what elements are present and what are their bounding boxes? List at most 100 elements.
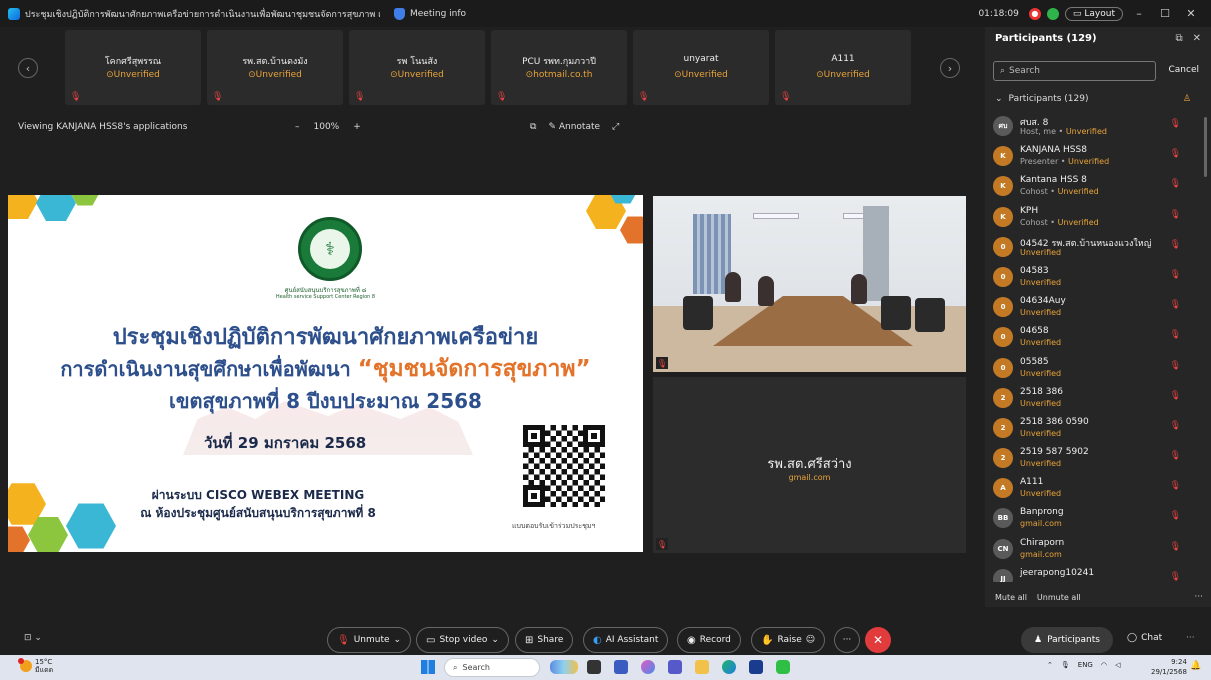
mic-muted-icon[interactable]: 🎙: [1170, 240, 1181, 250]
close-button[interactable]: ✕: [1181, 7, 1201, 20]
participant-row[interactable]: JJ jeerapong10241 🎙: [985, 565, 1211, 582]
strip-tile[interactable]: PCU รพท.กุมภวาปี ⊙hotmail.co.th 🎙: [491, 30, 627, 105]
participant-row[interactable]: 0 04658 Unverified 🎙: [985, 323, 1211, 353]
unmute-all-button[interactable]: Unmute all: [1037, 593, 1081, 602]
mic-tray-icon[interactable]: 🎙: [1061, 661, 1070, 669]
file-explorer-icon[interactable]: [695, 660, 709, 674]
mic-muted-icon[interactable]: 🎙: [1170, 421, 1181, 431]
strip-tile[interactable]: รพ โนนสัง ⊙Unverified 🎙: [349, 30, 485, 105]
mic-muted-icon[interactable]: 🎙: [1170, 330, 1181, 340]
mic-muted-icon[interactable]: 🎙: [1170, 451, 1181, 461]
participants-toggle-button[interactable]: ♟ Participants: [1021, 627, 1113, 653]
stop-video-button[interactable]: ▭ Stop video ⌄: [416, 627, 509, 653]
chat-button[interactable]: ◯ Chat: [1127, 633, 1162, 643]
line-icon[interactable]: [776, 660, 790, 674]
search-cancel-button[interactable]: Cancel: [1169, 65, 1200, 75]
reactions-icon[interactable]: ☺: [806, 635, 815, 645]
popout-icon[interactable]: ⧉: [530, 122, 536, 132]
qr-code-icon: [520, 422, 608, 510]
strip-tile[interactable]: โคกศรีสุพรรณ ⊙Unverified 🎙: [65, 30, 201, 105]
participant-row[interactable]: ศบ ศบส. 8 Host, me • Unverified 🎙: [985, 112, 1211, 142]
participant-row[interactable]: 0 04583 Unverified 🎙: [985, 263, 1211, 293]
edge-icon[interactable]: [722, 660, 736, 674]
unmute-button[interactable]: 🎙 Unmute ⌄: [327, 627, 412, 653]
wifi-icon[interactable]: ◠: [1101, 661, 1107, 669]
mic-muted-icon[interactable]: 🎙: [1170, 300, 1181, 310]
participant-group-header[interactable]: ⌄ Participants (129): [995, 94, 1088, 104]
record-button[interactable]: ◉ Record: [677, 627, 741, 653]
mic-muted-icon[interactable]: 🎙: [1170, 391, 1181, 401]
mic-muted-icon[interactable]: 🎙: [1170, 361, 1181, 371]
mic-muted-icon[interactable]: 🎙: [1170, 481, 1181, 491]
mic-muted-icon[interactable]: 🎙: [1170, 270, 1181, 280]
app-icon[interactable]: [614, 660, 628, 674]
participant-row[interactable]: 2 2519 587 5902 Unverified 🎙: [985, 444, 1211, 474]
notification-bell-icon[interactable]: 🔔: [1190, 661, 1201, 671]
webex-taskbar-icon[interactable]: [749, 660, 763, 674]
mic-muted-icon[interactable]: 🎙: [1170, 210, 1181, 220]
mute-all-button[interactable]: Mute all: [995, 593, 1027, 602]
layout-button[interactable]: ▭ Layout: [1064, 6, 1123, 21]
more-options-button[interactable]: ···: [834, 627, 860, 653]
video-tile-meeting-room[interactable]: 🎙: [653, 196, 966, 372]
captions-button[interactable]: ⊡ ⌄: [24, 633, 42, 643]
panel-scrollbar[interactable]: [1204, 117, 1207, 177]
maximize-button[interactable]: ☐: [1155, 7, 1175, 20]
weather-widget[interactable]: 15°C มีแดด: [18, 658, 53, 674]
strip-tile[interactable]: unyarat ⊙Unverified 🎙: [633, 30, 769, 105]
participant-row[interactable]: A A111 Unverified 🎙: [985, 474, 1211, 504]
language-indicator[interactable]: ENG: [1078, 661, 1093, 669]
participant-row[interactable]: K KPH Cohost • Unverified 🎙: [985, 203, 1211, 233]
chevron-up-icon[interactable]: ⌃: [1047, 661, 1053, 669]
chevron-down-icon[interactable]: ⌄: [491, 635, 499, 645]
copilot-icon[interactable]: [641, 660, 655, 674]
participant-row[interactable]: BB Banprong gmail.com 🎙: [985, 504, 1211, 534]
mic-muted-icon[interactable]: 🎙: [1170, 179, 1181, 189]
taskbar-search[interactable]: ⌕ Search: [444, 658, 540, 677]
widgets-icon[interactable]: [550, 660, 578, 674]
share-button[interactable]: ⊞ Share: [515, 627, 574, 653]
windows-taskbar: 15°C มีแดด ⌕ Search ⌃ 🎙 ENG ◠ ◁ 9:24 29/…: [0, 655, 1211, 680]
recording-indicator-icon[interactable]: ●: [1028, 7, 1041, 20]
panel-more-button[interactable]: ···: [1194, 592, 1203, 602]
participant-search[interactable]: ⌕ Search: [993, 61, 1156, 81]
participant-row[interactable]: 2 2518 386 Unverified 🎙: [985, 384, 1211, 414]
popout-panel-icon[interactable]: ⧉: [1175, 33, 1182, 44]
mic-muted-icon[interactable]: 🎙: [1170, 119, 1181, 129]
mic-muted-icon[interactable]: 🎙: [1170, 542, 1181, 552]
participant-row[interactable]: 2 2518 386 0590 Unverified 🎙: [985, 414, 1211, 444]
mic-muted-icon[interactable]: 🎙: [1170, 572, 1181, 582]
close-panel-icon[interactable]: ✕: [1193, 33, 1201, 44]
lobby-icon[interactable]: ♙: [1183, 94, 1191, 104]
mic-muted-icon[interactable]: 🎙: [1170, 149, 1181, 159]
chevron-down-icon[interactable]: ⌄: [394, 635, 402, 645]
volume-icon[interactable]: ◁: [1115, 661, 1120, 669]
strip-prev-button[interactable]: ‹: [18, 58, 38, 78]
meeting-info-button[interactable]: Meeting info: [394, 7, 466, 20]
more-apps-button[interactable]: ···: [1186, 633, 1195, 643]
participant-row[interactable]: CN Chiraporn gmail.com 🎙: [985, 535, 1211, 565]
participant-row[interactable]: 0 04634Auy Unverified 🎙: [985, 293, 1211, 323]
participant-row[interactable]: 0 04542 รพ.สต.บ้านหนองแวงใหญ่ Unverified 🎙: [985, 233, 1211, 263]
participant-row[interactable]: K Kantana HSS 8 Cohost • Unverified 🎙: [985, 172, 1211, 202]
strip-tile[interactable]: A111 ⊙Unverified 🎙: [775, 30, 911, 105]
participant-row[interactable]: K KANJANA HSS8 Presenter • Unverified 🎙: [985, 142, 1211, 172]
raise-hand-button[interactable]: ✋ Raise ☺: [751, 627, 826, 653]
teams-icon[interactable]: [668, 660, 682, 674]
strip-next-button[interactable]: ›: [940, 58, 960, 78]
system-clock[interactable]: 9:24 29/1/2568: [1151, 657, 1187, 677]
ai-assistant-button[interactable]: ◐ AI Assistant: [583, 627, 669, 653]
participant-row[interactable]: 0 05585 Unverified 🎙: [985, 354, 1211, 384]
video-tile-participant[interactable]: รพ.สต.ศรีสว่าง gmail.com 🎙: [653, 377, 966, 553]
minimize-button[interactable]: –: [1129, 7, 1149, 20]
windows-start-icon[interactable]: [421, 660, 435, 674]
task-view-icon[interactable]: [587, 660, 601, 674]
annotate-button[interactable]: ✎ Annotate: [548, 122, 600, 132]
fullscreen-icon[interactable]: ⤢: [612, 122, 619, 132]
connection-status-icon[interactable]: [1046, 7, 1059, 20]
end-call-button[interactable]: ✕: [865, 627, 891, 653]
mic-muted-icon[interactable]: 🎙: [1170, 511, 1181, 521]
strip-tile[interactable]: รพ.สต.บ้านดงมัง ⊙Unverified 🎙: [207, 30, 343, 105]
zoom-out-button[interactable]: –: [295, 122, 300, 132]
zoom-in-button[interactable]: +: [353, 122, 361, 132]
